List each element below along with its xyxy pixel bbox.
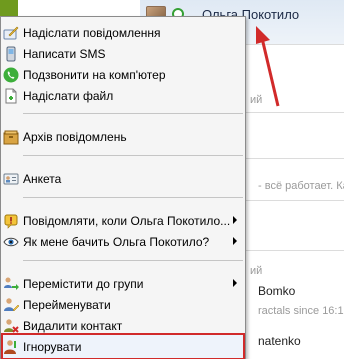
annotation-arrow-icon <box>256 26 280 107</box>
menu-item-label: Видалити контакт <box>23 319 123 333</box>
divider <box>246 200 344 201</box>
send-file-icon <box>5 88 17 104</box>
list-item-snippet: ractals since 16:13. <box>258 305 344 317</box>
menu-item-label: Надіслати повідомлення <box>23 26 161 40</box>
menu-item-ignore[interactable]: Ігнорувати <box>1 337 245 357</box>
menu-item-label: Надіслати файл <box>23 89 114 103</box>
menu-item-label: Перейменувати <box>23 298 111 312</box>
divider <box>246 250 344 251</box>
menu-item-label: Ігнорувати <box>23 340 82 354</box>
eye-icon <box>3 237 19 247</box>
submenu-arrow-icon <box>233 216 237 224</box>
menu-item-send-sms[interactable]: Написати SMS <box>1 44 245 64</box>
menu-item-label: Архів повідомлень <box>23 130 127 144</box>
sms-icon <box>6 46 16 62</box>
delete-contact-icon <box>4 319 19 333</box>
ignore-user-icon <box>4 340 16 354</box>
profile-card-icon <box>3 173 19 185</box>
menu-item-label: Перемістити до групи <box>23 277 144 291</box>
move-group-icon <box>4 277 19 290</box>
menu-item-label: Написати SMS <box>23 47 106 61</box>
submenu-arrow-icon <box>233 237 237 245</box>
contact-context-menu: Надіслати повідомлення Написати SMS Подз… <box>0 16 246 359</box>
menu-item-call-computer[interactable]: Подзвонити на комп'ютер <box>1 65 245 85</box>
menu-item-message-archive[interactable]: Архів повідомлень <box>1 127 245 147</box>
list-item-name: Bomko <box>258 284 296 298</box>
menu-separator <box>23 260 243 261</box>
menu-separator <box>23 113 243 114</box>
submenu-arrow-icon <box>233 279 237 287</box>
rename-user-icon <box>4 298 19 312</box>
menu-item-label: Повідомляти, коли Ольга Покотило... <box>23 214 231 228</box>
list-item-snippet: - всё работает. Ка <box>258 180 344 192</box>
menu-item-send-file[interactable]: Надіслати файл <box>1 86 245 106</box>
menu-separator <box>23 155 243 156</box>
pencil-message-icon <box>3 26 19 40</box>
screenshot-stage: Ольга Покотило ий - всё работает. Ка ий … <box>0 0 344 359</box>
menu-separator <box>23 197 243 198</box>
menu-item-move-to-group[interactable]: Перемістити до групи <box>1 274 245 294</box>
menu-item-send-message[interactable]: Надіслати повідомлення <box>1 23 245 43</box>
alert-notify-icon <box>4 214 18 229</box>
menu-item-label: Анкета <box>23 172 62 186</box>
phone-call-icon <box>3 67 19 83</box>
list-item-snippet: ий <box>250 265 263 277</box>
menu-item-how-they-see-me[interactable]: Як мене бачить Ольга Покотило? <box>1 232 245 252</box>
menu-item-profile[interactable]: Анкета <box>1 169 245 189</box>
menu-item-label: Подзвонити на комп'ютер <box>23 68 166 82</box>
menu-item-rename[interactable]: Перейменувати <box>1 295 245 315</box>
list-item-name: natenko <box>258 334 301 348</box>
menu-item-notify-when[interactable]: Повідомляти, коли Ольга Покотило... <box>1 211 245 231</box>
divider <box>246 158 344 159</box>
menu-item-label: Як мене бачить Ольга Покотило? <box>23 235 210 249</box>
archive-icon <box>3 130 19 145</box>
menu-item-delete-contact[interactable]: Видалити контакт <box>1 316 245 336</box>
